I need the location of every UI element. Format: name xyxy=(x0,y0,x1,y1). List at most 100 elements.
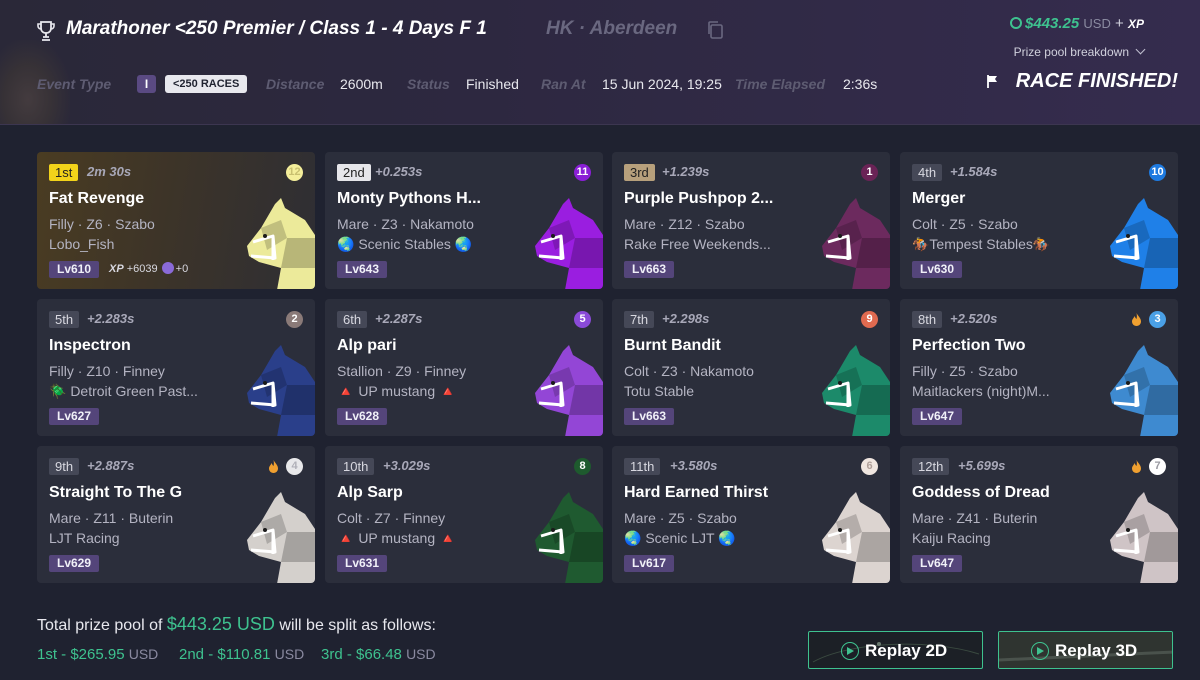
play-icon xyxy=(841,642,859,660)
horse-name: Merger xyxy=(912,190,966,207)
prize-pool-total: $443.25 USD + XP xyxy=(1010,15,1144,32)
chevron-down-icon xyxy=(1135,44,1146,55)
gate-number: 4 xyxy=(286,458,303,475)
time-gap: +3.029s xyxy=(383,458,431,473)
result-card[interactable]: 8th +2.520s Perfection Two Filly · Z5 · Sza… xyxy=(900,299,1178,436)
level-badge: Lv617 xyxy=(624,555,675,572)
time-gap: +1.584s xyxy=(950,164,998,179)
horse-info: Mare · Z12 · Szabo xyxy=(624,216,745,232)
level-badge: Lv663 xyxy=(624,261,675,278)
horse-name: Alp Sarp xyxy=(337,484,403,501)
horse-name: Inspectron xyxy=(49,337,131,354)
horse-info: Stallion · Z9 · Finney xyxy=(337,363,467,379)
stable-name: LJT Racing xyxy=(49,530,120,546)
horse-portrait xyxy=(535,492,603,583)
result-card[interactable]: 4th +1.584s Merger Colt · Z5 · Szabo 🏇Tempes… xyxy=(900,152,1178,289)
prize-xp: XP xyxy=(1127,17,1144,31)
horse-name: Alp pari xyxy=(337,337,397,354)
result-card[interactable]: 3rd +1.239s Purple Pushpop 2... Mare · Z12 … xyxy=(612,152,890,289)
horse-info: Mare · Z41 · Buterin xyxy=(912,510,1038,526)
time-gap: +3.580s xyxy=(670,458,718,473)
horse-info: Filly · Z10 · Finney xyxy=(49,363,165,379)
horse-portrait xyxy=(247,198,315,289)
time-gap: 2m 30s xyxy=(87,164,132,179)
horse-info: Mare · Z3 · Nakamoto xyxy=(337,216,474,232)
time-gap: +2.520s xyxy=(950,311,998,326)
ran-at-value: 15 Jun 2024, 19:25 xyxy=(602,76,722,92)
place-badge: 4th xyxy=(912,164,943,181)
result-card[interactable]: 9th +2.887s Straight To The G Mare · Z11 · … xyxy=(37,446,315,583)
level-badge: Lv630 xyxy=(912,261,963,278)
trophy-icon xyxy=(37,21,55,41)
level-badge: Lv627 xyxy=(49,408,100,425)
horse-info: Colt · Z5 · Szabo xyxy=(912,216,1018,232)
replay-3d-button[interactable]: Replay 3D xyxy=(998,631,1173,669)
horse-info: Colt · Z3 · Nakamoto xyxy=(624,363,754,379)
time-elapsed-value: 2:36s xyxy=(843,76,878,92)
level-badge: Lv643 xyxy=(337,261,388,278)
place-badge: 2nd xyxy=(337,164,371,181)
level-badge: Lv628 xyxy=(337,408,388,425)
prize-breakdown-label: Prize pool breakdown xyxy=(1013,45,1129,59)
horse-portrait xyxy=(247,492,315,583)
result-card[interactable]: 2nd +0.253s Monty Pythons H... Mare · Z3 · … xyxy=(325,152,603,289)
gate-number: 1 xyxy=(861,164,878,181)
horse-portrait xyxy=(535,345,603,436)
level-badge: Lv610 xyxy=(49,261,100,278)
horse-info: Filly · Z5 · Szabo xyxy=(912,363,1018,379)
stable-name: 🌏 Scenic LJT 🌏 xyxy=(624,530,736,546)
result-card[interactable]: 10th +3.029s Alp Sarp Colt · Z7 · Finney 🔺 U… xyxy=(325,446,603,583)
prize-plus: + xyxy=(1115,15,1124,32)
flame-icon xyxy=(1132,460,1141,473)
place-badge: 7th xyxy=(624,311,655,328)
gate-number: 6 xyxy=(861,458,878,475)
xp-value: +6039 xyxy=(126,263,158,275)
stable-name: Rake Free Weekends... xyxy=(624,236,771,252)
time-gap: +5.699s xyxy=(958,458,1006,473)
pool-prefix: Total prize pool of xyxy=(37,617,163,634)
place-badge: 3rd xyxy=(624,164,655,181)
gate-number: 9 xyxy=(861,311,878,328)
flame-icon xyxy=(269,460,278,473)
place-badge: 11th xyxy=(624,458,661,475)
time-elapsed-label: Time Elapsed xyxy=(735,76,826,92)
horse-portrait xyxy=(822,492,890,583)
stable-name: Lobo_Fish xyxy=(49,236,115,252)
play-icon xyxy=(1031,642,1049,660)
result-card[interactable]: 5th +2.283s Inspectron Filly · Z10 · Finney… xyxy=(37,299,315,436)
level-badge: Lv647 xyxy=(912,555,963,572)
horse-name: Fat Revenge xyxy=(49,190,145,207)
result-card[interactable]: 6th +2.287s Alp pari Stallion · Z9 · Finney… xyxy=(325,299,603,436)
horse-info: Filly · Z6 · Szabo xyxy=(49,216,155,232)
result-card[interactable]: 12th +5.699s Goddess of Dread Mare · Z41 · … xyxy=(900,446,1178,583)
prize-currency: USD xyxy=(1083,16,1111,31)
prize-breakdown-toggle[interactable]: Prize pool breakdown xyxy=(1013,44,1146,59)
place-badge: 6th xyxy=(337,311,368,328)
copy-icon[interactable] xyxy=(706,20,724,40)
stable-name: 🌏 Scenic Stables 🌏 xyxy=(337,236,473,252)
horse-portrait xyxy=(247,345,315,436)
time-gap: +2.283s xyxy=(87,311,135,326)
result-card[interactable]: 7th +2.298s Burnt Bandit Colt · Z3 · Nakamo… xyxy=(612,299,890,436)
horse-portrait xyxy=(822,345,890,436)
races-badge: <250 RACES xyxy=(165,75,248,93)
replay-2d-label: Replay 2D xyxy=(865,641,948,660)
replay-2d-button[interactable]: Replay 2D xyxy=(808,631,983,669)
split-first-label: 1st - $265.95 xyxy=(37,646,125,663)
result-card[interactable]: 11th +3.580s Hard Earned Thirst Mare · Z5 ·… xyxy=(612,446,890,583)
horse-name: Hard Earned Thirst xyxy=(624,484,769,501)
gate-number: 11 xyxy=(574,164,591,181)
horse-name: Purple Pushpop 2... xyxy=(624,190,774,207)
split-second-currency: USD xyxy=(274,646,305,662)
horse-info: Mare · Z11 · Buterin xyxy=(49,510,174,526)
flame-icon xyxy=(1132,313,1141,326)
horse-name: Straight To The G xyxy=(49,484,183,501)
stable-name: 🏇Tempest Stables🏇 xyxy=(912,236,1051,252)
split-third-label: 3rd - $66.48 xyxy=(321,646,402,663)
horse-portrait xyxy=(535,198,603,289)
result-card[interactable]: 1st 2m 30s Fat Revenge Filly · Z6 · Szabo Lo… xyxy=(37,152,315,289)
split-first-currency: USD xyxy=(128,646,159,662)
race-finished-label: RACE FINISHED! xyxy=(1015,70,1178,92)
status-value: Finished xyxy=(466,76,519,92)
place-badge: 10th xyxy=(337,458,375,475)
